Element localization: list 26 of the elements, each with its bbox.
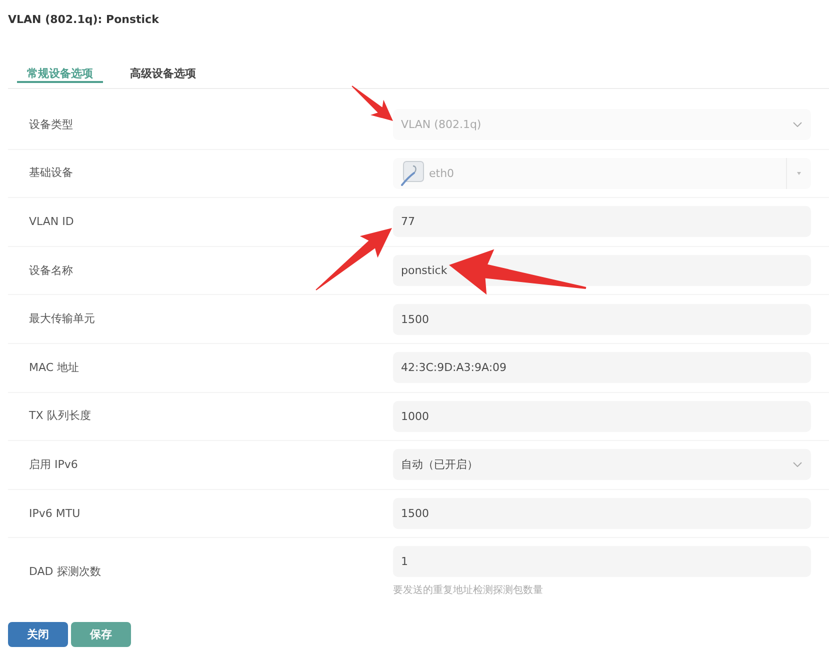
pointer-arrow <box>352 86 393 121</box>
field-label: VLAN ID <box>29 214 74 229</box>
text-field[interactable]: 1000 <box>393 400 811 432</box>
field-label: IPv6 MTU <box>29 506 80 521</box>
cable-icon <box>401 160 424 186</box>
text-field[interactable]: 1500 <box>393 498 811 530</box>
field-hint: 要发送的重复地址检测探测包数量 <box>393 584 543 598</box>
chevron-down-icon <box>793 462 802 468</box>
tab[interactable]: 高级设备选项 <box>120 67 206 83</box>
text-field[interactable]: 42:3C:9D:A3:9A:09 <box>393 352 811 384</box>
text-field[interactable]: 1500 <box>393 304 811 335</box>
field-label: DAD 探测次数 <box>29 565 101 580</box>
text-field[interactable]: 1 <box>393 546 811 578</box>
select-field[interactable]: 自动（已开启） <box>393 449 811 480</box>
chevron-down-icon <box>793 122 802 128</box>
field-label: 基础设备 <box>29 166 73 180</box>
field-label: 设备名称 <box>29 264 73 278</box>
field-label: TX 队列长度 <box>29 409 91 424</box>
page-title: VLAN (802.1q): Ponstick <box>8 13 159 27</box>
close-button[interactable]: 关闭 <box>8 622 68 648</box>
field-label: 设备类型 <box>29 118 73 132</box>
field-label: MAC 地址 <box>29 360 79 375</box>
text-field[interactable]: 77 <box>393 206 811 238</box>
caret-down-icon <box>797 172 801 175</box>
field-label: 启用 IPv6 <box>29 458 78 472</box>
field-label: 最大传输单元 <box>29 312 95 326</box>
